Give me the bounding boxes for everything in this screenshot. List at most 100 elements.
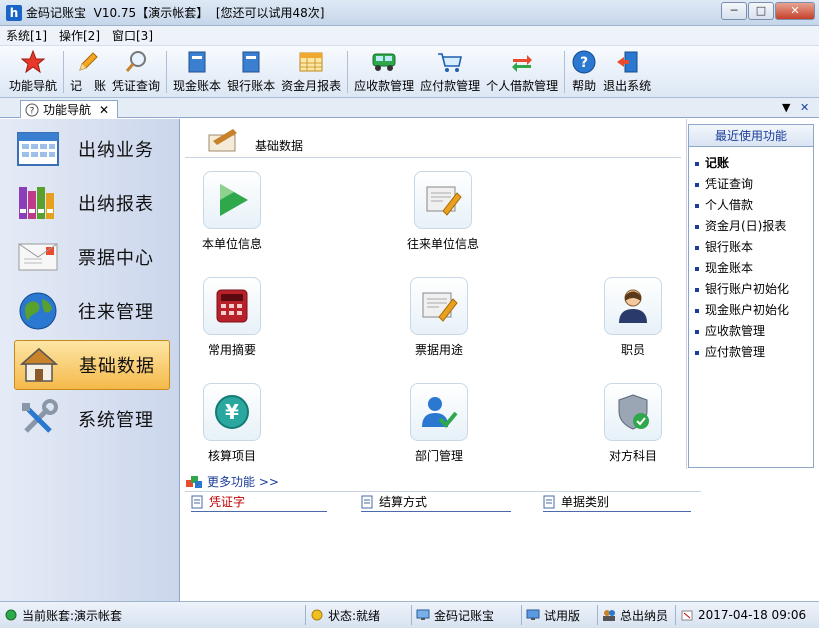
toolbar-payable-button[interactable]: 应付款管理: [417, 46, 483, 96]
function-label: 本单位信息: [201, 237, 262, 251]
help-icon: ?: [25, 103, 39, 116]
yellow-orb-icon: [310, 608, 324, 622]
bullet-icon: [695, 224, 699, 229]
users-icon: [602, 608, 616, 622]
more-item-label: 单据类别: [561, 495, 610, 509]
toolbar-label: 资金月报表: [281, 79, 342, 93]
recent-item-label: 银行账本: [705, 240, 754, 254]
bullet-icon: [695, 161, 699, 166]
recent-item[interactable]: 凭证查询: [689, 174, 813, 195]
newspaper-icon: [410, 277, 468, 335]
function-partner-info[interactable]: 往来单位信息: [388, 171, 498, 252]
shield-icon: [604, 383, 662, 441]
more-item-voucher-type[interactable]: 凭证字: [191, 493, 245, 510]
sidebar-item-contacts-management[interactable]: 往来管理: [14, 286, 170, 336]
toolbar-separator: [347, 51, 349, 93]
help-icon: ?: [571, 50, 597, 74]
recent-item-label: 应收款管理: [705, 324, 766, 338]
tools-icon: [14, 397, 62, 441]
main-content: 基础数据 本单位信息 往来单位信息 常用摘要 票据用途 职员 ¥ 核算项目 部门…: [181, 119, 701, 601]
toolbar-label: 记 账: [70, 79, 107, 93]
recent-item[interactable]: 银行账本: [689, 237, 813, 258]
menu-window[interactable]: 窗口[3]: [112, 27, 153, 44]
sidebar-item-basic-data[interactable]: 基础数据: [14, 340, 170, 390]
document-icon: [543, 495, 555, 508]
function-bill-purpose[interactable]: 票据用途: [384, 277, 494, 358]
function-company-info[interactable]: 本单位信息: [177, 171, 287, 252]
sidebar-item-cashier-business[interactable]: 出纳业务: [14, 124, 170, 174]
more-item-label: 凭证字: [209, 495, 246, 509]
recent-item[interactable]: 现金账本: [689, 258, 813, 279]
tab-function-nav[interactable]: ? 功能导航 ✕: [20, 100, 118, 118]
toolbar-monthly-report-button[interactable]: 资金月报表: [278, 46, 344, 96]
maximize-button[interactable]: □: [748, 2, 774, 20]
tab-strip-close-button[interactable]: ✕: [800, 101, 809, 114]
recent-item[interactable]: 应付款管理: [689, 342, 813, 363]
toolbar-cash-ledger-button[interactable]: 现金账本: [170, 46, 224, 96]
document-icon: [191, 495, 203, 508]
bullet-icon: [695, 266, 699, 271]
function-label: 核算项目: [207, 449, 256, 463]
menu-system[interactable]: 系统[1]: [6, 27, 47, 44]
recent-item-label: 记账: [705, 156, 730, 170]
sidebar-item-cashier-reports[interactable]: 出纳报表: [14, 178, 170, 228]
function-common-summary[interactable]: 常用摘要: [177, 277, 287, 358]
recent-item-label: 银行账户初始化: [705, 282, 790, 296]
toolbar-personal-loan-button[interactable]: 个人借款管理: [483, 46, 561, 96]
toolbar-label: 个人借款管理: [486, 79, 559, 93]
recent-item-label: 个人借款: [705, 198, 754, 212]
toolbar-receivable-button[interactable]: 应收款管理: [351, 46, 417, 96]
more-functions-title[interactable]: 更多功能 >>: [185, 473, 279, 490]
toolbar-voucher-query-button[interactable]: 凭证查询: [109, 46, 163, 96]
play-icon: [203, 171, 261, 229]
title-bar: h 金码记账宝 V10.75【演示帐套】 [您还可以试用48次] ─ □ ✕: [0, 0, 819, 26]
recent-item[interactable]: 现金账户初始化: [689, 300, 813, 321]
tab-dropdown-button[interactable]: ▼: [782, 101, 790, 114]
recent-item[interactable]: 银行账户初始化: [689, 279, 813, 300]
star-icon: [20, 50, 46, 74]
cubes-icon: [186, 475, 202, 488]
more-item-settlement-method[interactable]: 结算方式: [361, 493, 427, 510]
toolbar-separator: [564, 51, 566, 93]
toolbar-help-button[interactable]: ? 帮助: [568, 46, 600, 96]
toolbar-exit-button[interactable]: 退出系统: [600, 46, 654, 96]
function-accounting-items[interactable]: ¥ 核算项目: [177, 383, 287, 464]
more-functions-label: 更多功能 >>: [207, 475, 279, 489]
recent-item-label: 凭证查询: [705, 177, 754, 191]
status-bar: 当前账套:演示帐套 状态:就绪 金码记账宝 试用版 总出纳员 2017-04-1…: [0, 601, 819, 628]
toolbar-bank-ledger-button[interactable]: 银行账本: [224, 46, 278, 96]
function-label: 对方科目: [608, 449, 657, 463]
bullet-icon: [695, 350, 699, 355]
app-logo-icon: h: [6, 4, 22, 21]
toolbar-label: 功能导航: [9, 79, 58, 93]
sidebar-item-bill-center[interactable]: 票据中心: [14, 232, 170, 282]
recent-item[interactable]: 资金月(日)报表: [689, 216, 813, 237]
sidebar-item-label: 票据中心: [78, 248, 154, 269]
recent-item-label: 现金账本: [705, 261, 754, 275]
menu-operation[interactable]: 操作[2]: [59, 27, 100, 44]
sidebar-item-system-management[interactable]: 系统管理: [14, 394, 170, 444]
more-item-document-category[interactable]: 单据类别: [543, 493, 609, 510]
function-staff[interactable]: 职员: [578, 277, 688, 358]
monitor-icon: [526, 608, 540, 622]
status-user-text: 总出纳员: [620, 608, 669, 623]
function-counter-account[interactable]: 对方科目: [578, 383, 688, 464]
recent-item[interactable]: 个人借款: [689, 195, 813, 216]
recent-item[interactable]: 应收款管理: [689, 321, 813, 342]
sidebar-item-label: 基础数据: [79, 356, 155, 377]
close-button[interactable]: ✕: [775, 2, 815, 20]
minimize-button[interactable]: ─: [721, 2, 747, 20]
user-check-icon: [410, 383, 468, 441]
toolbar-record-button[interactable]: 记 账: [67, 46, 109, 96]
recent-item[interactable]: 记账: [689, 153, 813, 174]
pencil-icon: [75, 50, 101, 74]
tab-close-button[interactable]: ✕: [99, 103, 109, 117]
window-controls: ─ □ ✕: [720, 2, 815, 20]
function-label: 部门管理: [414, 449, 463, 463]
toolbar-label: 凭证查询: [112, 79, 161, 93]
toolbar-label: 应收款管理: [354, 79, 415, 93]
newspaper-icon: [414, 171, 472, 229]
function-department-management[interactable]: 部门管理: [384, 383, 494, 464]
toolbar-nav-button[interactable]: 功能导航: [6, 46, 60, 96]
bullet-icon: [695, 329, 699, 334]
